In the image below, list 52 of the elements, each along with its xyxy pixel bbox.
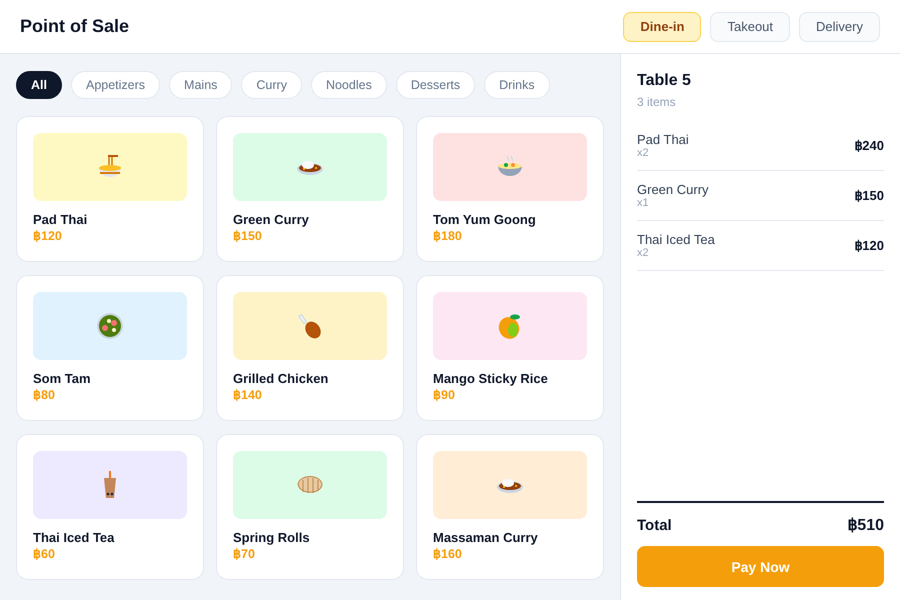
menu-card[interactable]: Som Tam ฿80 bbox=[16, 275, 204, 421]
total-amount: ฿510 bbox=[847, 516, 884, 535]
item-name: Grilled Chicken bbox=[233, 370, 330, 387]
order-type-tab[interactable]: Dine-in bbox=[623, 12, 702, 42]
order-item-amount: ฿150 bbox=[854, 188, 884, 203]
item-name: Som Tam bbox=[33, 370, 92, 387]
item-price: ฿160 bbox=[433, 546, 463, 563]
order-item-quantity: x2 bbox=[637, 247, 650, 259]
order-item-name: Thai Iced Tea bbox=[637, 232, 715, 247]
item-name: Pad Thai bbox=[33, 211, 88, 228]
item-price: ฿150 bbox=[233, 228, 263, 245]
menu-card[interactable]: Pad Thai ฿120 bbox=[16, 116, 204, 262]
category-chip[interactable]: All bbox=[16, 71, 62, 99]
menu-card[interactable]: Green Curry ฿150 bbox=[216, 116, 404, 262]
salad-icon bbox=[95, 311, 125, 341]
order-item-amount: ฿120 bbox=[854, 238, 884, 253]
category-chip[interactable]: Mains bbox=[169, 71, 232, 99]
item-count: 3 items bbox=[637, 95, 677, 109]
item-price: ฿80 bbox=[33, 387, 56, 404]
item-name: Tom Yum Goong bbox=[433, 211, 537, 228]
order-type-tab[interactable]: Delivery bbox=[799, 12, 880, 42]
category-chip[interactable]: Appetizers bbox=[70, 71, 160, 99]
item-name: Green Curry bbox=[233, 211, 310, 228]
order-item-name: Pad Thai bbox=[637, 132, 689, 147]
item-name: Spring Rolls bbox=[233, 529, 311, 546]
category-chip[interactable]: Curry bbox=[241, 71, 302, 99]
item-price: ฿120 bbox=[33, 228, 63, 245]
item-name: Mango Sticky Rice bbox=[433, 370, 549, 387]
menu-card[interactable]: Tom Yum Goong ฿180 bbox=[416, 116, 604, 262]
order-item-amount: ฿240 bbox=[854, 138, 884, 153]
menu-card[interactable]: Mango Sticky Rice ฿90 bbox=[416, 275, 604, 421]
menu-card[interactable]: Grilled Chicken ฿140 bbox=[216, 275, 404, 421]
menu-card[interactable]: Thai Iced Tea ฿60 bbox=[16, 434, 204, 580]
category-chip[interactable]: Drinks bbox=[484, 71, 550, 99]
total-label: Total bbox=[637, 516, 672, 534]
order-type-tab[interactable]: Takeout bbox=[710, 12, 790, 42]
item-price: ฿70 bbox=[233, 546, 256, 563]
item-price: ฿90 bbox=[433, 387, 456, 404]
order-title: Table 5 bbox=[637, 72, 692, 90]
menu-card[interactable]: Spring Rolls ฿70 bbox=[216, 434, 404, 580]
item-price: ฿180 bbox=[433, 228, 463, 245]
app-title: Point of Sale bbox=[20, 16, 130, 37]
item-name: Thai Iced Tea bbox=[33, 529, 116, 546]
order-item-name: Green Curry bbox=[637, 182, 709, 197]
category-chip[interactable]: Desserts bbox=[396, 71, 476, 99]
item-price: ฿60 bbox=[33, 546, 56, 563]
order-item-quantity: x1 bbox=[637, 197, 650, 209]
order-item-quantity: x2 bbox=[637, 147, 650, 159]
item-name: Massaman Curry bbox=[433, 529, 539, 546]
item-price: ฿140 bbox=[233, 387, 263, 404]
menu-card[interactable]: Massaman Curry ฿160 bbox=[416, 434, 604, 580]
category-chip[interactable]: Noodles bbox=[310, 71, 387, 99]
